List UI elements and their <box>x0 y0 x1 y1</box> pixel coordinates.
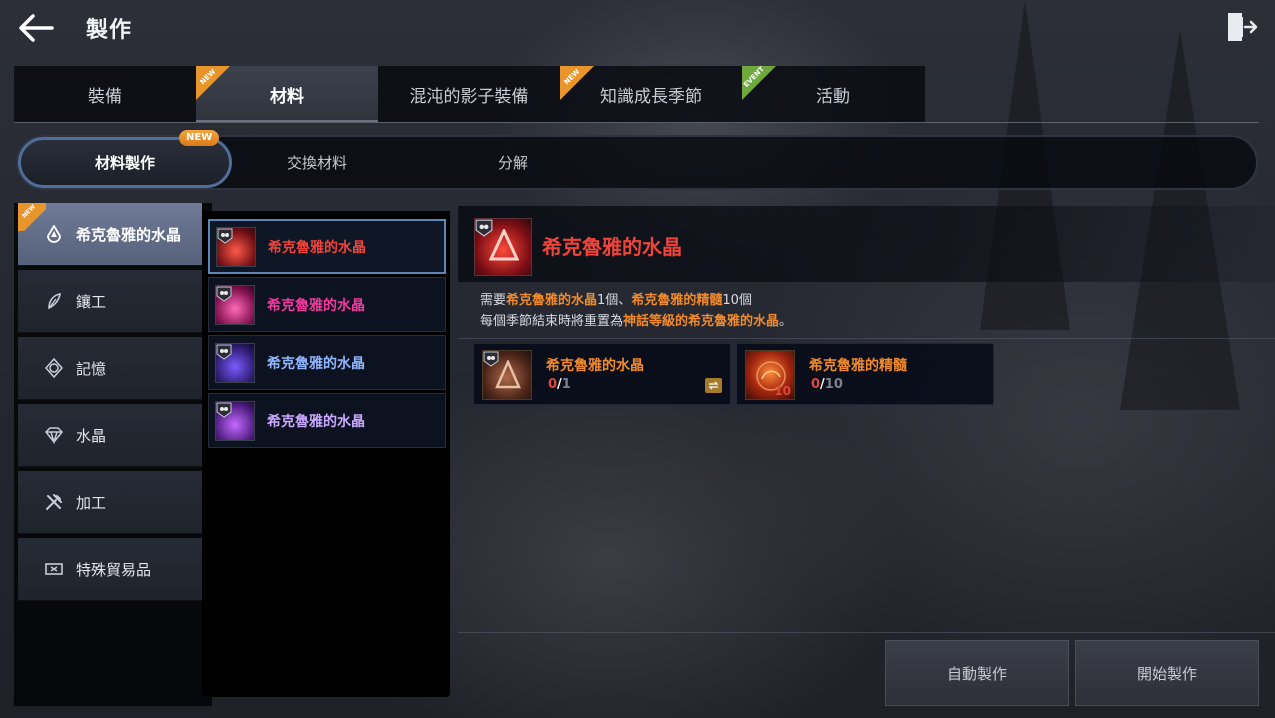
new-badge: NEW <box>196 66 230 100</box>
feather-icon <box>44 291 64 311</box>
crystal-shard-icon <box>489 229 519 261</box>
category-label: 特殊貿易品 <box>76 560 152 579</box>
crystal-shard-icon <box>495 360 521 389</box>
tools-icon <box>44 492 64 512</box>
detail-item-icon <box>474 218 532 276</box>
ticket-icon <box>44 559 64 579</box>
swap-button[interactable] <box>705 378 722 393</box>
item-name: 希克魯雅的水晶 <box>268 239 366 256</box>
category-label: 水晶 <box>76 426 107 445</box>
category-label: 鑲工 <box>76 292 107 311</box>
category-label: 加工 <box>76 493 107 512</box>
material-thumbnail: 10 <box>745 350 795 400</box>
material-name: 希克魯雅的精髓 <box>809 358 907 374</box>
tab-divider <box>14 122 1259 123</box>
item-thumbnail <box>215 284 255 325</box>
new-pill-badge: NEW <box>179 130 220 146</box>
subtab-exchange-materials[interactable]: 交換材料 <box>232 137 402 188</box>
auto-craft-button[interactable]: 自動製作 <box>885 640 1069 706</box>
header-bar: 製作 <box>0 0 1275 58</box>
start-craft-button[interactable]: 開始製作 <box>1075 640 1259 706</box>
item-name: 希克魯雅的水晶 <box>267 355 365 372</box>
memory-icon <box>44 358 64 378</box>
crystal-drop-icon <box>44 224 64 244</box>
list-item[interactable]: 希克魯雅的水晶 <box>208 335 446 390</box>
reset-notice-line: 每個季節結束時將重置為神話等級的希克魯雅的水晶。 <box>480 314 793 329</box>
item-name: 希克魯雅的水晶 <box>267 413 365 430</box>
tab-chaos-shadow-equipment[interactable]: 混沌的影子裝備 <box>378 66 560 122</box>
new-badge: NEW <box>560 66 594 100</box>
tab-label: 裝備 <box>88 86 122 107</box>
top-tab-bar: 裝備 NEW 材料 混沌的影子裝備 NEW 知識成長季節 EVENT 活動 <box>14 66 925 122</box>
back-button[interactable] <box>16 12 56 44</box>
grade-shield-icon <box>216 402 232 418</box>
item-thumbnail <box>215 342 255 383</box>
category-label: 希克魯雅的水晶 <box>76 225 182 244</box>
category-inlay[interactable]: 鑲工 <box>18 270 202 333</box>
category-sikruya-crystal[interactable]: NEW 希克魯雅的水晶 <box>18 203 202 266</box>
tab-knowledge-season[interactable]: NEW 知識成長季節 <box>560 66 742 122</box>
tab-label: 混沌的影子裝備 <box>409 86 529 107</box>
tab-label: 材料 <box>270 86 304 107</box>
subtab-dismantle[interactable]: 分解 <box>428 137 598 188</box>
material-thumbnail <box>482 350 532 400</box>
category-label: 記憶 <box>76 359 107 378</box>
material-name: 希克魯雅的水晶 <box>546 358 644 374</box>
category-processing[interactable]: 加工 <box>18 471 202 534</box>
category-special-trade-goods[interactable]: 特殊貿易品 <box>18 538 202 601</box>
stack-count: 10 <box>774 384 791 398</box>
material-card-sikruya-crystal[interactable]: 希克魯雅的水晶 0/1 <box>473 343 731 405</box>
grade-shield-icon <box>216 286 232 302</box>
category-memory[interactable]: 記憶 <box>18 337 202 400</box>
tab-label: 知識成長季節 <box>600 86 702 107</box>
grade-shield-icon <box>217 228 233 244</box>
list-item[interactable]: 希克魯雅的水晶 <box>208 393 446 448</box>
tab-materials[interactable]: NEW 材料 <box>196 66 378 122</box>
swap-arrows-icon <box>708 381 719 390</box>
divider <box>458 632 1275 633</box>
item-thumbnail <box>215 400 255 441</box>
requirement-line: 需要希克魯雅的水晶1個、希克魯雅的精髓10個 <box>480 293 752 308</box>
page-title: 製作 <box>86 18 133 43</box>
event-badge: EVENT <box>742 66 776 100</box>
grade-shield-icon <box>216 344 232 360</box>
list-item[interactable]: 希克魯雅的水晶 <box>208 219 446 274</box>
tab-label: 活動 <box>816 86 850 107</box>
new-badge: NEW <box>18 203 46 231</box>
material-count: 0/1 <box>548 377 571 392</box>
material-count: 0/10 <box>811 377 843 392</box>
tab-event[interactable]: EVENT 活動 <box>742 66 924 122</box>
subtab-label: 材料製作 <box>94 154 155 172</box>
tab-equipment[interactable]: 裝備 <box>14 66 196 122</box>
item-thumbnail <box>216 226 256 267</box>
material-card-sikruya-essence[interactable]: 10 希克魯雅的精髓 0/10 <box>736 343 994 405</box>
subtab-label: 交換材料 <box>286 154 347 172</box>
detail-title: 希克魯雅的水晶 <box>542 235 682 259</box>
item-list-panel: 希克魯雅的水晶 希克魯雅的水晶 希克魯雅的水晶 希克魯雅的水晶 <box>202 211 450 697</box>
exit-button[interactable] <box>1224 10 1258 44</box>
exit-door-icon <box>1228 13 1258 41</box>
category-panel: NEW 希克魯雅的水晶 鑲工 記憶 水晶 加工 特殊貿易品 <box>14 203 212 706</box>
divider <box>458 338 1275 339</box>
detail-description: 需要希克魯雅的水晶1個、希克魯雅的精髓10個 每個季節結束時將重置為神話等級的希… <box>480 290 792 332</box>
list-item[interactable]: 希克魯雅的水晶 <box>208 277 446 332</box>
arrow-left-icon <box>19 14 54 42</box>
subtab-label: 分解 <box>497 154 528 172</box>
item-name: 希克魯雅的水晶 <box>267 297 365 314</box>
category-crystal[interactable]: 水晶 <box>18 404 202 467</box>
gem-icon <box>44 425 64 445</box>
